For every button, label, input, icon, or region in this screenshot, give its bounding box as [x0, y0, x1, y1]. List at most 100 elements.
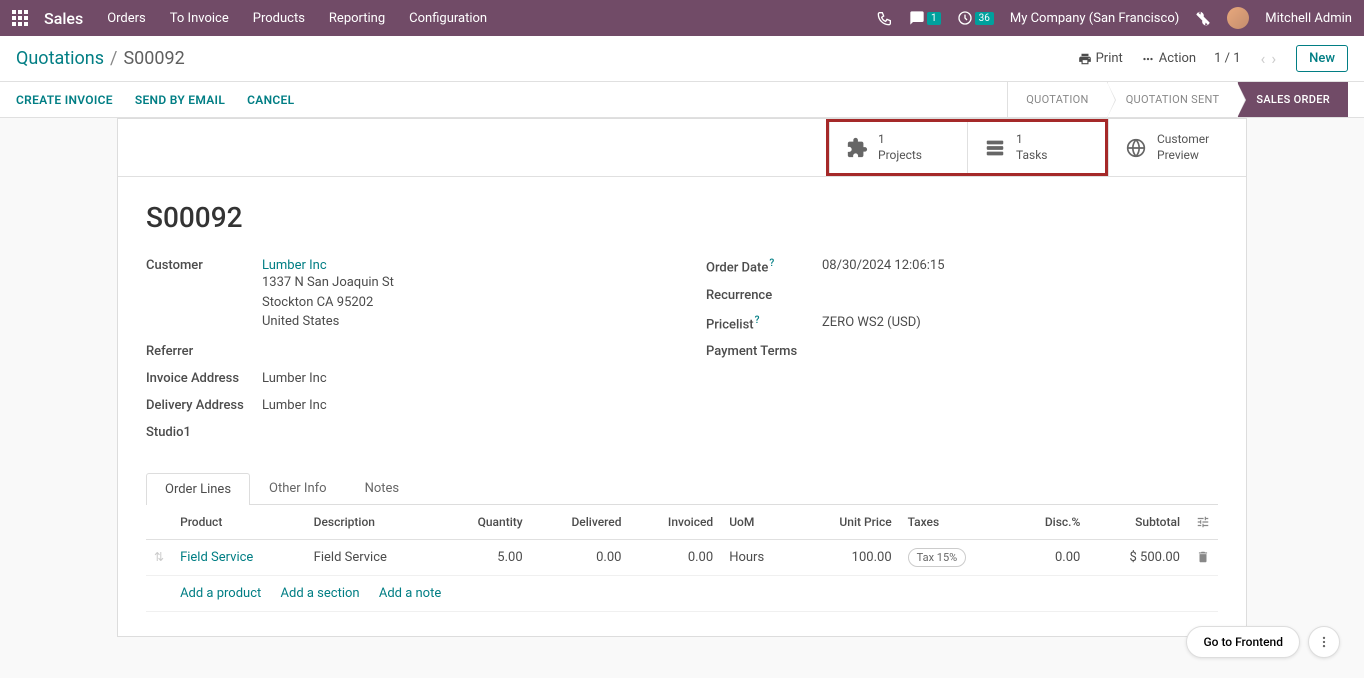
- delivery-address-value[interactable]: Lumber Inc: [262, 398, 658, 413]
- create-invoice-button[interactable]: CREATE INVOICE: [16, 93, 113, 107]
- top-navigation: Sales Orders To Invoice Products Reporti…: [0, 0, 1364, 36]
- form-sheet: S00092 Customer Lumber Inc 1337 N San Jo…: [118, 177, 1246, 636]
- cell-product[interactable]: Field Service: [180, 550, 253, 565]
- invoice-address-value[interactable]: Lumber Inc: [262, 371, 658, 386]
- breadcrumb-parent[interactable]: Quotations: [16, 48, 104, 69]
- form-left-column: Customer Lumber Inc 1337 N San Joaquin S…: [146, 258, 658, 452]
- app-name[interactable]: Sales: [44, 9, 83, 28]
- goto-frontend-button[interactable]: Go to Frontend: [1186, 626, 1300, 658]
- cell-unit-price[interactable]: 100.00: [798, 539, 900, 575]
- company-selector[interactable]: My Company (San Francisco): [1010, 11, 1179, 26]
- status-quotation[interactable]: QUOTATION: [1007, 82, 1106, 117]
- cell-uom[interactable]: Hours: [721, 539, 797, 575]
- th-description[interactable]: Description: [306, 505, 440, 540]
- invoice-address-label: Invoice Address: [146, 371, 262, 386]
- projects-stat-button[interactable]: 1 Projects: [829, 122, 967, 173]
- cell-delivered[interactable]: 0.00: [531, 539, 630, 575]
- print-label: Print: [1096, 51, 1123, 66]
- more-button[interactable]: [1308, 626, 1340, 658]
- preview-label1: Customer: [1157, 132, 1209, 148]
- nav-right: 1 36 My Company (San Francisco) Mitchell…: [877, 7, 1352, 29]
- studio1-label: Studio1: [146, 425, 262, 440]
- new-button[interactable]: New: [1296, 45, 1348, 72]
- payment-terms-label: Payment Terms: [706, 344, 822, 359]
- delete-row-icon[interactable]: [1196, 550, 1210, 564]
- apps-icon[interactable]: [12, 10, 28, 26]
- action-label: Action: [1159, 51, 1196, 66]
- drag-handle-icon[interactable]: ⇅: [154, 550, 164, 564]
- delivery-address-label: Delivery Address: [146, 398, 262, 413]
- th-delivered[interactable]: Delivered: [531, 505, 630, 540]
- add-product-link[interactable]: Add a product: [180, 586, 261, 601]
- th-disc[interactable]: Disc.%: [1011, 505, 1088, 540]
- menu-reporting[interactable]: Reporting: [329, 11, 385, 26]
- user-name[interactable]: Mitchell Admin: [1265, 11, 1352, 26]
- form-right-column: Order Date? 08/30/2024 12:06:15 Recurren…: [706, 258, 1218, 452]
- tasks-count: 1: [1016, 132, 1048, 148]
- table-header-row: Product Description Quantity Delivered I…: [146, 505, 1218, 540]
- order-date-value[interactable]: 08/30/2024 12:06:15: [822, 258, 1218, 273]
- table-row[interactable]: ⇅ Field Service Field Service 5.00 0.00 …: [146, 539, 1218, 575]
- projects-count: 1: [878, 132, 922, 148]
- pager-count: 1 / 1: [1214, 51, 1240, 66]
- cancel-button[interactable]: CANCEL: [247, 93, 294, 107]
- th-taxes[interactable]: Taxes: [900, 505, 1012, 540]
- th-product[interactable]: Product: [172, 505, 306, 540]
- add-section-link[interactable]: Add a section: [281, 586, 360, 601]
- pricelist-label: Pricelist?: [706, 315, 822, 332]
- projects-label: Projects: [878, 148, 922, 164]
- column-settings-icon[interactable]: [1196, 515, 1210, 529]
- cell-disc[interactable]: 0.00: [1011, 539, 1088, 575]
- th-subtotal[interactable]: Subtotal: [1088, 505, 1188, 540]
- breadcrumb-bar: Quotations / S00092 Print Action 1 / 1 ‹…: [0, 36, 1364, 82]
- status-sales-order[interactable]: SALES ORDER: [1237, 82, 1348, 117]
- menu-products[interactable]: Products: [253, 11, 305, 26]
- action-button[interactable]: Action: [1141, 51, 1196, 66]
- menu-configuration[interactable]: Configuration: [409, 11, 487, 26]
- action-buttons: CREATE INVOICE SEND BY EMAIL CANCEL: [16, 93, 294, 107]
- send-email-button[interactable]: SEND BY EMAIL: [135, 93, 225, 107]
- status-quotation-sent[interactable]: QUOTATION SENT: [1107, 82, 1238, 117]
- phone-icon[interactable]: [877, 10, 893, 26]
- tab-other-info[interactable]: Other Info: [250, 472, 346, 504]
- action-bar: CREATE INVOICE SEND BY EMAIL CANCEL QUOT…: [0, 82, 1364, 118]
- user-avatar[interactable]: [1227, 7, 1249, 29]
- puzzle-icon: [846, 137, 868, 159]
- tools-icon[interactable]: [1195, 10, 1211, 26]
- customer-preview-button[interactable]: Customer Preview: [1108, 119, 1246, 176]
- chat-icon[interactable]: 1: [909, 10, 941, 26]
- customer-link[interactable]: Lumber Inc: [262, 258, 658, 273]
- tasks-label: Tasks: [1016, 148, 1048, 164]
- floating-buttons: Go to Frontend: [1186, 626, 1340, 658]
- th-unit-price[interactable]: Unit Price: [798, 505, 900, 540]
- clock-badge: 36: [975, 12, 994, 25]
- pricelist-value[interactable]: ZERO WS2 (USD): [822, 315, 1218, 330]
- breadcrumb-separator: /: [110, 48, 117, 69]
- clock-icon[interactable]: 36: [957, 10, 994, 26]
- stat-buttons: 1 Projects 1 Tasks Customer Preview: [118, 119, 1246, 177]
- pager-next-icon[interactable]: ›: [1269, 49, 1278, 68]
- tab-notes[interactable]: Notes: [346, 472, 419, 504]
- cell-invoiced[interactable]: 0.00: [629, 539, 721, 575]
- record-title: S00092: [146, 201, 1218, 234]
- cell-quantity[interactable]: 5.00: [439, 539, 530, 575]
- th-uom[interactable]: UoM: [721, 505, 797, 540]
- menu-to-invoice[interactable]: To Invoice: [170, 11, 229, 26]
- tasks-stat-button[interactable]: 1 Tasks: [967, 122, 1105, 173]
- breadcrumb-actions: Print Action 1 / 1 ‹ › New: [1078, 45, 1348, 72]
- tabs: Order Lines Other Info Notes: [146, 472, 1218, 505]
- th-invoiced[interactable]: Invoiced: [629, 505, 721, 540]
- add-note-link[interactable]: Add a note: [379, 586, 441, 601]
- breadcrumb: Quotations / S00092: [16, 48, 185, 69]
- menu-orders[interactable]: Orders: [107, 11, 146, 26]
- th-quantity[interactable]: Quantity: [439, 505, 530, 540]
- breadcrumb-current: S00092: [123, 48, 184, 69]
- tab-order-lines[interactable]: Order Lines: [146, 473, 250, 505]
- cell-taxes[interactable]: Tax 15%: [908, 548, 967, 567]
- pager-prev-icon[interactable]: ‹: [1259, 49, 1268, 68]
- customer-addr3: United States: [262, 312, 658, 332]
- referrer-label: Referrer: [146, 344, 262, 359]
- print-button[interactable]: Print: [1078, 51, 1123, 66]
- pager-nav: ‹ ›: [1259, 49, 1279, 68]
- cell-description[interactable]: Field Service: [306, 539, 440, 575]
